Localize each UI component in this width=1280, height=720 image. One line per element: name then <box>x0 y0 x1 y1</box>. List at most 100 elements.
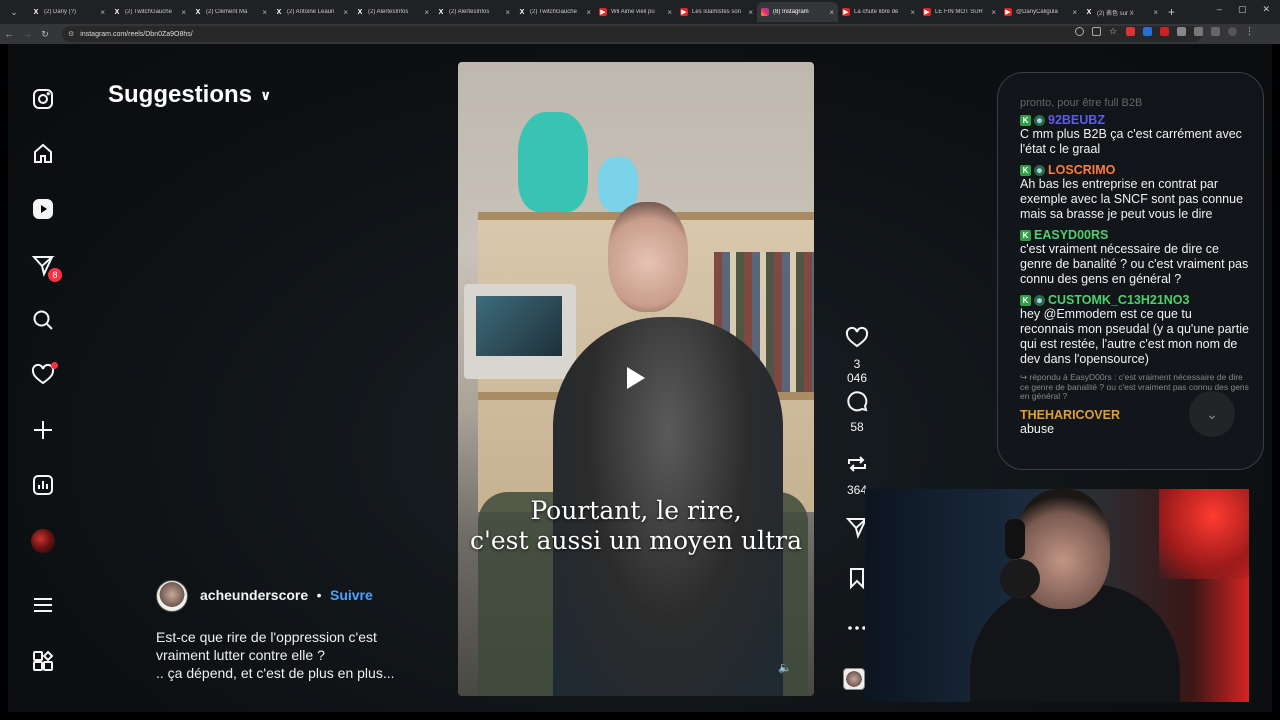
search-icon[interactable] <box>28 305 58 335</box>
reel-description-line-3[interactable]: .. ça dépend, et c'est de plus en plus..… <box>156 665 416 681</box>
video-plush <box>518 112 588 212</box>
tab-close-icon[interactable]: × <box>1153 8 1158 17</box>
profile-icon[interactable] <box>1228 27 1237 36</box>
more-apps-icon[interactable] <box>28 646 58 676</box>
x-logo-icon: X <box>33 8 39 16</box>
browser-tab[interactable]: X (2) TwitchGauche × <box>514 2 595 22</box>
tab-close-icon[interactable]: × <box>667 8 672 17</box>
sub-badge-icon: ☻ <box>1034 114 1045 126</box>
tab-label: (2) AlertesInfos <box>449 9 490 15</box>
browser-tab[interactable]: X (2) Antoine Léaun × <box>271 2 352 22</box>
extensions-puzzle-icon[interactable] <box>1194 27 1203 36</box>
reels-icon[interactable] <box>28 194 58 224</box>
reel-video[interactable]: Pourtant, le rire, c'est aussi un moyen … <box>458 62 814 696</box>
suggestions-dropdown[interactable]: Suggestions ∨ <box>108 81 271 109</box>
tab-label: (2) 表色 sur X <box>1097 10 1134 17</box>
tab-close-icon[interactable]: × <box>181 8 186 17</box>
chat-message-text: hey @Emmodem est ce que tu reconnais mon… <box>1020 307 1249 366</box>
video-monitor <box>464 284 576 379</box>
video-person-head <box>608 202 688 312</box>
extension-gray-icon[interactable] <box>1177 27 1186 36</box>
browser-tab[interactable]: ▶ LE FIN MOT SUR × <box>919 2 1000 22</box>
browser-tab[interactable]: ▶ Les islamistes son × <box>676 2 757 22</box>
chat-username: THEHARICOVER <box>1020 407 1121 422</box>
tab-close-icon[interactable]: × <box>991 8 996 17</box>
site-info-icon[interactable]: ⚙ <box>68 30 74 38</box>
chat-faded-message: pronto, pour être full B2B <box>1020 97 1143 109</box>
browser-menu-icon[interactable]: ⋮ <box>1245 27 1254 36</box>
close-window-button[interactable]: ✕ <box>1262 4 1270 15</box>
tab-close-icon[interactable]: × <box>100 8 105 17</box>
tab-label: Wil Aime vieil pu <box>611 9 655 15</box>
reel-description-line-1: Est-ce que rire de l'oppression c'est <box>156 629 377 645</box>
tab-close-icon[interactable]: × <box>829 8 834 17</box>
chat-message: K ☻ 92BEUBZ C mm plus B2B ça c'est carrémen… <box>1020 113 1249 157</box>
browser-tab[interactable]: X (2) Dany (?) × <box>28 2 109 22</box>
browser-tab[interactable]: X (2) Clément Ma × <box>190 2 271 22</box>
comment-action[interactable]: 58 <box>842 389 872 434</box>
tab-label: (2) AlertesInfos <box>368 9 409 15</box>
chat-message: K ☻ CUSTOMK_C13H21NO3 hey @Emmodem est ce q… <box>1020 293 1249 367</box>
menu-icon[interactable] <box>28 590 58 620</box>
tab-close-icon[interactable]: × <box>343 8 348 17</box>
tab-close-icon[interactable]: × <box>424 8 429 17</box>
audio-thumbnail[interactable] <box>843 668 865 690</box>
minimize-button[interactable]: – <box>1217 4 1222 15</box>
browser-tab[interactable]: ▶ @DanyCaligula × <box>1000 2 1081 22</box>
twitch-chat-overlay: pronto, pour être full B2B K ☻ 92BEUBZ C mm… <box>997 72 1264 470</box>
tab-close-icon[interactable]: × <box>910 8 915 17</box>
instagram-viewport: 8 Suggestions ∨ Pourtant, le rire, c'est… <box>8 44 1272 712</box>
zoom-icon[interactable] <box>1075 27 1084 36</box>
tab-close-icon[interactable]: × <box>505 8 510 17</box>
follow-button[interactable]: Suivre <box>330 587 373 603</box>
browser-tab[interactable]: ▶ Wil Aime vieil pu × <box>595 2 676 22</box>
tab-search-chevron-icon[interactable]: ⌄ <box>0 0 28 24</box>
instagram-logo-icon[interactable] <box>28 84 58 114</box>
maximize-button[interactable]: ▢ <box>1238 4 1247 15</box>
tab-close-icon[interactable]: × <box>1072 8 1077 17</box>
youtube-icon: ▶ <box>599 8 607 16</box>
author-avatar[interactable] <box>156 580 188 612</box>
tab-label: (2) Clément Ma <box>206 9 248 15</box>
tab-label: La chute libre de <box>854 9 899 15</box>
dashboard-icon[interactable] <box>28 470 58 500</box>
back-icon[interactable]: ← <box>0 29 18 39</box>
tab-close-icon[interactable]: × <box>262 8 267 17</box>
chat-scroll-down-icon[interactable]: ⌄ <box>1189 391 1235 437</box>
create-icon[interactable] <box>28 415 58 445</box>
separator-dot: • <box>316 587 322 603</box>
messages-icon[interactable]: 8 <box>28 250 62 282</box>
reload-icon[interactable]: ↻ <box>36 29 54 40</box>
url-field[interactable]: ⚙ instagram.com/reels/Dbn0Za9O8hs/ <box>62 26 1202 42</box>
extension-red-icon[interactable] <box>1126 27 1135 36</box>
browser-tab[interactable]: X (2) 表色 sur X × <box>1081 2 1162 22</box>
browser-tab[interactable]: X (2) AlertesInfos × <box>433 2 514 22</box>
chat-message-text: c'est vraiment nécessaire de dire ce gen… <box>1020 242 1249 286</box>
x-logo-icon: X <box>276 8 282 16</box>
browser-tab[interactable]: (8) Instagram × <box>757 2 838 22</box>
tab-list-icon[interactable] <box>1211 27 1220 36</box>
notification-dot <box>51 362 58 369</box>
extension-red-2-icon[interactable] <box>1160 27 1169 36</box>
profile-avatar[interactable] <box>28 526 58 556</box>
heart-icon <box>845 326 869 348</box>
notifications-heart-icon[interactable] <box>28 360 58 390</box>
volume-icon[interactable]: 🔈 <box>778 661 792 674</box>
new-tab-button[interactable]: + <box>1168 5 1175 19</box>
browser-tab[interactable]: X (2) TwitchGauche × <box>109 2 190 22</box>
home-icon[interactable] <box>28 139 58 169</box>
browser-tab[interactable]: X (2) AlertesInfos × <box>352 2 433 22</box>
extension-blue-icon[interactable] <box>1143 27 1152 36</box>
tab-label: LE FIN MOT SUR <box>935 9 983 15</box>
cast-icon[interactable] <box>1092 27 1101 36</box>
tab-close-icon[interactable]: × <box>586 8 591 17</box>
like-action[interactable]: 3 046 <box>842 326 872 385</box>
tab-close-icon[interactable]: × <box>748 8 753 17</box>
browser-tab[interactable]: ▶ La chute libre de × <box>838 2 919 22</box>
forward-icon[interactable]: → <box>18 29 36 39</box>
bookmark-star-icon[interactable]: ☆ <box>1109 27 1118 36</box>
comment-icon <box>847 391 868 412</box>
kick-badge-icon: K <box>1020 294 1031 306</box>
author-username[interactable]: acheunderscore <box>200 587 308 603</box>
play-icon[interactable] <box>627 367 645 389</box>
